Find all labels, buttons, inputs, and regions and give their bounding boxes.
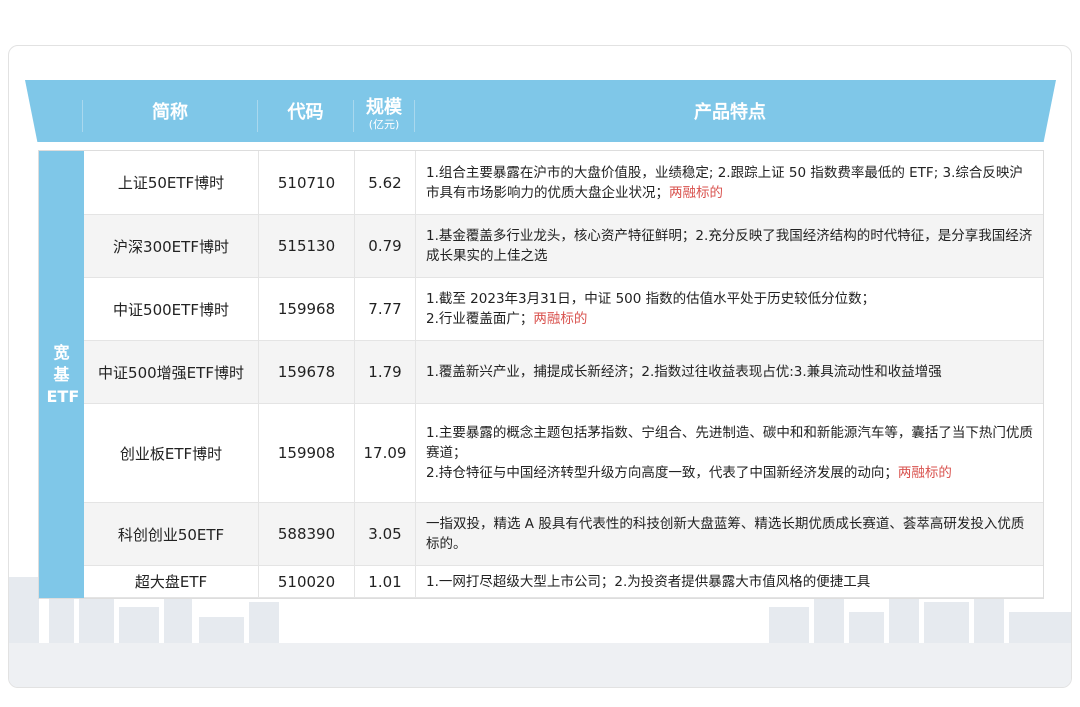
header-scale-unit: (亿元) bbox=[368, 117, 400, 131]
header-scale: 规模 (亿元) bbox=[354, 80, 414, 142]
fund-features: 1.一网打尽超级大型上市公司；2.为投资者提供暴露大市值风格的便捷工具 bbox=[416, 566, 1043, 597]
table-row: 超大盘ETF 510020 1.01 1.一网打尽超级大型上市公司；2.为投资者… bbox=[84, 566, 1043, 598]
table-row: 上证50ETF博时 510710 5.62 1.组合主要暴露在沪市的大盘价值股，… bbox=[84, 151, 1043, 215]
fund-scale: 1.01 bbox=[355, 566, 416, 597]
fund-features: 1.主要暴露的概念主题包括茅指数、宁组合、先进制造、碳中和和新能源汽车等，囊括了… bbox=[416, 404, 1043, 502]
ground-band bbox=[9, 643, 1071, 687]
fund-code: 159968 bbox=[259, 278, 355, 340]
fund-features: 1.组合主要暴露在沪市的大盘价值股，业绩稳定; 2.跟踪上证 50 指数费率最低… bbox=[416, 151, 1043, 214]
category-label: 宽基ETF bbox=[46, 342, 80, 406]
table-row: 科创创业50ETF 588390 3.05 一指双投，精选 A 股具有代表性的科… bbox=[84, 503, 1043, 566]
features-text: 1.覆盖新兴产业，捕提成长新经济；2.指数过往收益表现占优:3.兼具流动性和收益… bbox=[426, 364, 942, 380]
fund-code: 588390 bbox=[259, 503, 355, 565]
fund-name: 沪深300ETF博时 bbox=[84, 215, 259, 277]
fund-scale: 17.09 bbox=[355, 404, 416, 502]
header-name: 简称 bbox=[152, 102, 188, 123]
category-cell: 宽基ETF bbox=[39, 151, 84, 598]
features-text: 1.一网打尽超级大型上市公司；2.为投资者提供暴露大市值风格的便捷工具 bbox=[426, 573, 871, 590]
fund-features: 一指双投，精选 A 股具有代表性的科技创新大盘蓝筹、精选长期优质成长赛道、荟萃高… bbox=[416, 503, 1043, 565]
fund-scale: 1.79 bbox=[355, 341, 416, 403]
features-text: 1.组合主要暴露在沪市的大盘价值股，业绩稳定; 2.跟踪上证 50 指数费率最低… bbox=[426, 164, 1023, 201]
features-text: 1.基金覆盖多行业龙头，核心资产特征鲜明；2.充分反映了我国经济结构的时代特征，… bbox=[426, 228, 1033, 264]
header-features: 产品特点 bbox=[694, 102, 766, 123]
table-row: 中证500增强ETF博时 159678 1.79 1.覆盖新兴产业，捕提成长新经… bbox=[84, 341, 1043, 404]
fund-scale: 7.77 bbox=[355, 278, 416, 340]
margin-tag: 两融标的 bbox=[897, 465, 952, 481]
fund-name: 中证500增强ETF博时 bbox=[84, 341, 259, 403]
fund-name: 中证500ETF博时 bbox=[84, 278, 259, 340]
features-text: 1.截至 2023年3月31日，中证 500 指数的估值水平处于历史较低分位数；… bbox=[426, 291, 876, 327]
margin-tag: 两融标的 bbox=[533, 311, 588, 327]
fund-name: 超大盘ETF bbox=[84, 566, 259, 597]
fund-name: 创业板ETF博时 bbox=[84, 404, 259, 502]
table-row: 创业板ETF博时 159908 17.09 1.主要暴露的概念主题包括茅指数、宁… bbox=[84, 404, 1043, 503]
etf-table: 宽基ETF 上证50ETF博时 510710 5.62 1.组合主要暴露在沪市的… bbox=[38, 150, 1044, 599]
fund-scale: 3.05 bbox=[355, 503, 416, 565]
fund-code: 515130 bbox=[259, 215, 355, 277]
features-text: 一指双投，精选 A 股具有代表性的科技创新大盘蓝筹、精选长期优质成长赛道、荟萃高… bbox=[426, 516, 1025, 552]
fund-code: 159908 bbox=[259, 404, 355, 502]
fund-features: 1.基金覆盖多行业龙头，核心资产特征鲜明；2.充分反映了我国经济结构的时代特征，… bbox=[416, 215, 1043, 277]
fund-name: 上证50ETF博时 bbox=[84, 151, 259, 214]
fund-code: 510020 bbox=[259, 566, 355, 597]
table-header: 简称 代码 规模 (亿元) 产品特点 bbox=[25, 80, 1056, 142]
table-row: 沪深300ETF博时 515130 0.79 1.基金覆盖多行业龙头，核心资产特… bbox=[84, 215, 1043, 278]
header-code: 代码 bbox=[287, 102, 324, 123]
fund-name: 科创创业50ETF bbox=[84, 503, 259, 565]
fund-scale: 0.79 bbox=[355, 215, 416, 277]
fund-code: 159678 bbox=[259, 341, 355, 403]
header-scale-label: 规模 bbox=[366, 96, 402, 118]
fund-code: 510710 bbox=[259, 151, 355, 214]
fund-scale: 5.62 bbox=[355, 151, 416, 214]
table-row: 中证500ETF博时 159968 7.77 1.截至 2023年3月31日，中… bbox=[84, 278, 1043, 341]
fund-features: 1.覆盖新兴产业，捕提成长新经济；2.指数过往收益表现占优:3.兼具流动性和收益… bbox=[416, 341, 1043, 403]
fund-features: 1.截至 2023年3月31日，中证 500 指数的估值水平处于历史较低分位数；… bbox=[416, 278, 1043, 340]
margin-tag: 两融标的 bbox=[669, 184, 723, 201]
